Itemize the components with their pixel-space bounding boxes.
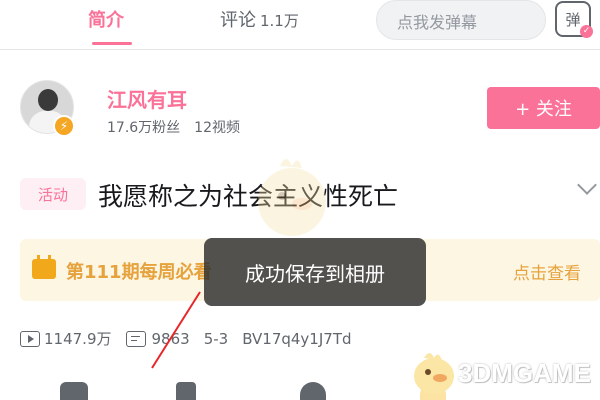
annotation-arrow-icon (151, 291, 201, 369)
like-icon[interactable] (60, 382, 88, 400)
watermark-text: 3DMGAME (458, 358, 591, 388)
watermark-bird-icon (414, 353, 454, 394)
watermark: 3DMGAME (408, 348, 598, 396)
coin-icon[interactable] (176, 382, 196, 400)
